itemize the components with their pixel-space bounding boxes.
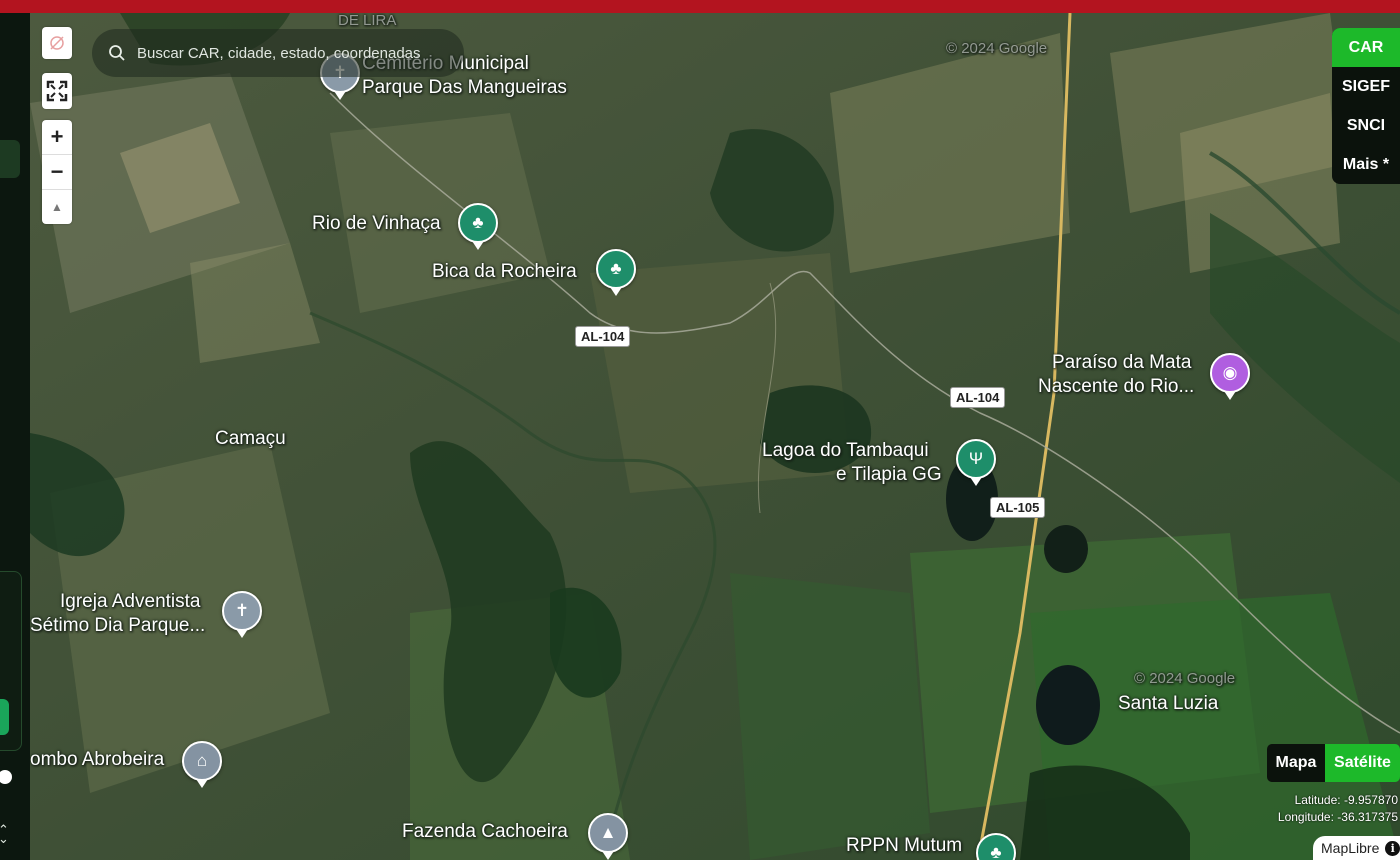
- sidebar-green-button[interactable]: [0, 699, 9, 735]
- map-label-paraiso-2: Nascente do Rio...: [1038, 376, 1195, 397]
- map-label-rppn: RPPN Mutum: [846, 835, 963, 856]
- satellite-map[interactable]: DE LIRA ✝ Cemitério Municipal Parque Das…: [30, 12, 1400, 860]
- layer-car-button[interactable]: CAR: [1332, 28, 1400, 67]
- attribution-text[interactable]: MapLibre: [1321, 840, 1379, 856]
- info-icon[interactable]: i: [1385, 840, 1400, 856]
- sidebar-toggle-knob[interactable]: [0, 770, 12, 784]
- map-label-rio-vinhaca: Rio de Vinhaça: [312, 213, 441, 234]
- map-watermark-1: © 2024 Google: [946, 40, 1048, 57]
- tree-pin-icon[interactable]: ♣: [458, 203, 498, 250]
- map-label-bica-rocheira: Bica da Rocheira: [432, 261, 577, 282]
- zoom-out-button[interactable]: −: [42, 155, 72, 190]
- location-off-icon: [50, 36, 64, 50]
- sidebar-expand-icon[interactable]: ⌃ ⌄: [0, 823, 9, 845]
- latitude-readout: Latitude: -9.957870: [1294, 793, 1398, 807]
- road-shield-al104: AL-104: [575, 326, 631, 347]
- search-input[interactable]: [135, 43, 459, 63]
- layer-snci-button[interactable]: SNCI: [1332, 106, 1400, 145]
- road-shield-al105: AL-105: [990, 497, 1046, 518]
- map-label-santa-luzia: Santa Luzia: [1118, 693, 1219, 714]
- sidebar-selected-item[interactable]: [0, 140, 20, 178]
- graduation-cap-pin-icon[interactable]: ▲: [588, 813, 628, 860]
- map-label-quilombo: ombo Abrobeira: [30, 749, 165, 770]
- basemap-toggle: Mapa Satélite: [1267, 744, 1400, 782]
- settlement-pin-icon[interactable]: ⌂: [182, 741, 222, 788]
- layer-menu: CAR SIGEF SNCI Mais *: [1332, 28, 1400, 184]
- map-label-camacu: Camaçu: [215, 428, 286, 449]
- search-icon: [109, 45, 125, 61]
- fullscreen-button[interactable]: [42, 73, 72, 109]
- tree-pin-icon[interactable]: ♣: [596, 249, 636, 296]
- map-label-igreja-1: Igreja Adventista: [60, 591, 201, 612]
- map-label-lagoa-1: Lagoa do Tambaqui: [762, 440, 929, 461]
- map-label-paraiso-1: Paraíso da Mata: [1052, 352, 1192, 373]
- layer-sigef-button[interactable]: SIGEF: [1332, 67, 1400, 106]
- basemap-satellite-button[interactable]: Satélite: [1325, 744, 1400, 782]
- road-shield-al104: AL-104: [950, 387, 1006, 408]
- search-bar: [92, 29, 464, 77]
- zoom-controls: + − ▲: [42, 120, 72, 224]
- map-attribution[interactable]: MapLibre i: [1313, 836, 1400, 860]
- top-accent-bar: [0, 0, 1400, 13]
- coordinates-readout: Latitude: -9.957870 Longitude: -36.31737…: [1278, 792, 1398, 826]
- left-sidebar-collapsed: ⌃ ⌄: [0, 13, 30, 860]
- map-label-igreja-2: Sétimo Dia Parque...: [30, 615, 206, 636]
- longitude-readout: Longitude: -36.317375: [1277, 810, 1398, 824]
- fullscreen-icon: [46, 80, 68, 102]
- location-off-button[interactable]: [42, 27, 72, 59]
- layer-more-button[interactable]: Mais *: [1332, 145, 1400, 184]
- map-label-cemetery-2: Parque Das Mangueiras: [362, 77, 567, 98]
- cross-pin-icon[interactable]: ✝: [222, 591, 262, 638]
- camera-pin-icon[interactable]: ◉: [1210, 353, 1250, 400]
- map-label-lagoa-2: e Tilapia GG: [836, 464, 942, 485]
- zoom-in-button[interactable]: +: [42, 120, 72, 155]
- map-watermark-2: © 2024 Google: [1134, 670, 1236, 687]
- map-label-fazenda: Fazenda Cachoeira: [402, 821, 568, 842]
- fork-knife-pin-icon[interactable]: Ψ: [956, 439, 996, 486]
- app-root: ⌃ ⌄ DE LIRA Municipal Parque Das Manguei…: [0, 0, 1400, 860]
- compass-button[interactable]: ▲: [42, 190, 72, 224]
- basemap-map-button[interactable]: Mapa: [1267, 744, 1325, 782]
